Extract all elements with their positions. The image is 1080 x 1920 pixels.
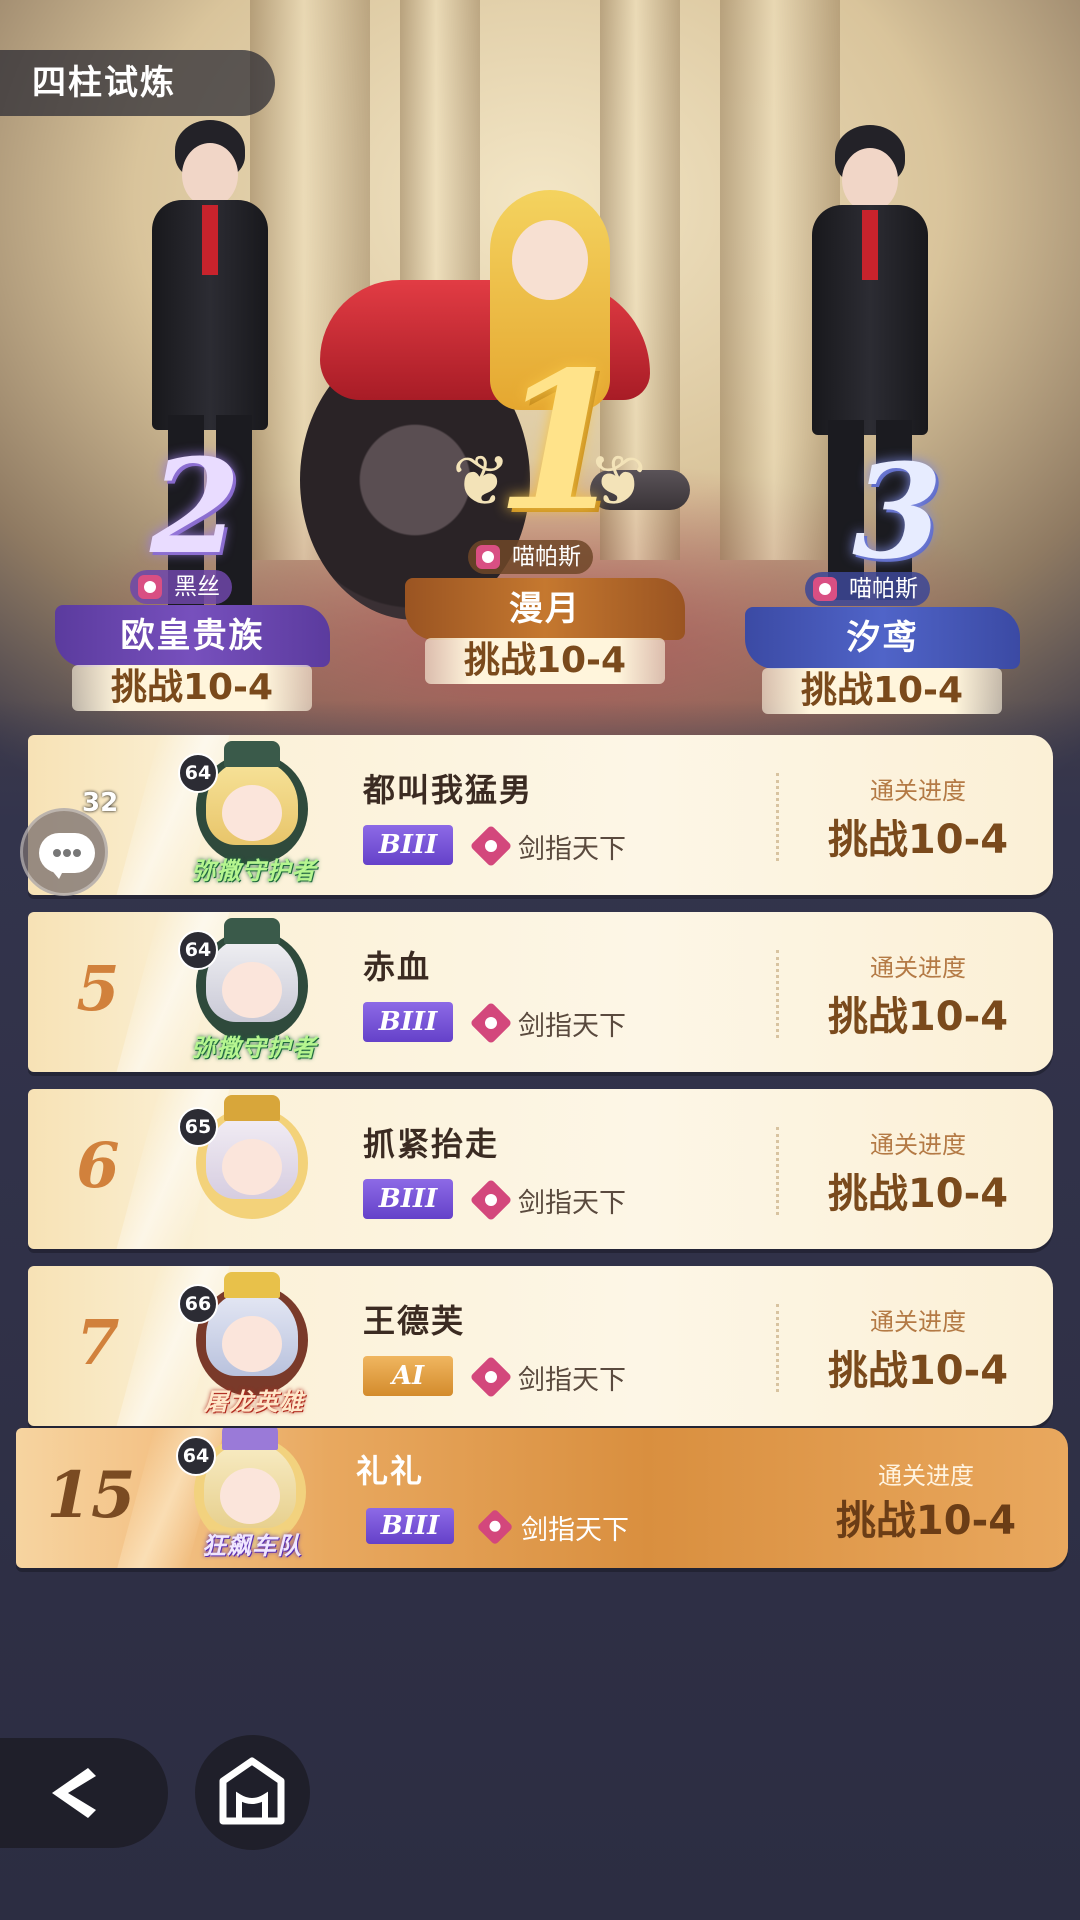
podium-rank-3: 3 bbox=[852, 435, 943, 588]
player-name: 抓紧抬走 bbox=[363, 1125, 500, 1163]
level-badge: 64 bbox=[178, 753, 218, 793]
ranking-row[interactable]: 5 64 弥撒守护者 赤血 BIII 剑指天下 通关进度 挑战10-4 bbox=[28, 912, 1053, 1072]
podium-rank-2: 2 bbox=[150, 430, 241, 583]
back-button[interactable] bbox=[0, 1738, 168, 1848]
title-banner: 屠龙英雄 bbox=[204, 1388, 304, 1416]
player-avatar[interactable]: 64 弥撒守护者 bbox=[178, 741, 326, 889]
back-arrow-icon bbox=[52, 1768, 96, 1818]
player-name: 赤血 bbox=[363, 948, 432, 986]
podium-progress: 挑战10-4 bbox=[72, 665, 312, 711]
ranking-row[interactable]: 7 66 屠龙英雄 王德芙 AI 剑指天下 通关进度 挑战10-4 bbox=[28, 1266, 1053, 1426]
grade-badge: BIII bbox=[363, 825, 453, 865]
level-badge: 65 bbox=[178, 1107, 218, 1147]
grade-badge: AI bbox=[363, 1356, 453, 1396]
home-icon bbox=[219, 1757, 285, 1825]
guild-name: 剑指天下 bbox=[518, 834, 626, 865]
guild-emblem-icon bbox=[476, 545, 500, 569]
chat-unread-count: 32 bbox=[82, 788, 119, 818]
player-avatar[interactable]: 64 狂飙车队 bbox=[176, 1428, 324, 1568]
grade-badge: BIII bbox=[363, 1002, 453, 1042]
podium-player-name[interactable]: 汐鸢 bbox=[745, 607, 1020, 669]
guild-name: 喵帕斯 bbox=[512, 544, 581, 570]
player-avatar[interactable]: 65 bbox=[178, 1095, 326, 1243]
row-rank: 7 bbox=[76, 1306, 120, 1379]
progress-label: 通关进度 bbox=[878, 1462, 974, 1490]
title-banner bbox=[184, 1209, 324, 1241]
grade-badge: BIII bbox=[366, 1508, 454, 1544]
progress-label: 通关进度 bbox=[870, 777, 966, 805]
podium-player-name[interactable]: 欧皇贵族 bbox=[55, 605, 330, 667]
player-avatar[interactable]: 66 屠龙英雄 bbox=[178, 1272, 326, 1420]
guild-emblem-icon bbox=[469, 824, 513, 868]
divider bbox=[776, 773, 780, 861]
grade-badge: BIII bbox=[363, 1179, 453, 1219]
guild-name: 剑指天下 bbox=[518, 1188, 626, 1219]
level-badge: 64 bbox=[176, 1436, 216, 1476]
progress-value: 挑战10-4 bbox=[835, 1498, 1017, 1544]
podium-rank-1: 1 bbox=[495, 330, 628, 553]
player-name: 都叫我猛男 bbox=[363, 771, 534, 809]
guild-name: 剑指天下 bbox=[518, 1011, 626, 1042]
ranking-row[interactable]: 6 65 抓紧抬走 BIII 剑指天下 通关进度 挑战10-4 bbox=[28, 1089, 1053, 1249]
guild-emblem-icon bbox=[469, 1001, 513, 1045]
player-name: 王德芙 bbox=[363, 1302, 466, 1340]
level-badge: 64 bbox=[178, 930, 218, 970]
row-rank: 5 bbox=[76, 952, 120, 1025]
page-title: 四柱试炼 bbox=[0, 50, 275, 116]
title-banner: 狂飙车队 bbox=[202, 1532, 302, 1560]
progress-value: 挑战10-4 bbox=[827, 1348, 1009, 1394]
guild-emblem-icon bbox=[813, 577, 837, 601]
guild-name: 黑丝 bbox=[174, 574, 220, 600]
player-avatar[interactable]: 64 弥撒守护者 bbox=[178, 918, 326, 1066]
progress-label: 通关进度 bbox=[870, 1131, 966, 1159]
guild-emblem-icon bbox=[476, 1508, 514, 1546]
podium-progress: 挑战10-4 bbox=[762, 668, 1002, 714]
guild-name: 喵帕斯 bbox=[849, 576, 918, 602]
player-name: 礼礼 bbox=[356, 1452, 425, 1490]
podium-progress: 挑战10-4 bbox=[425, 638, 665, 684]
guild-emblem-icon bbox=[469, 1178, 513, 1222]
divider bbox=[776, 950, 780, 1038]
divider bbox=[776, 1127, 780, 1215]
self-ranking-row[interactable]: 15 64 狂飙车队 礼礼 BIII 剑指天下 通关进度 挑战10-4 bbox=[16, 1428, 1068, 1568]
chat-button[interactable] bbox=[20, 808, 108, 896]
divider bbox=[776, 1304, 780, 1392]
podium-guild-tag: 喵帕斯 bbox=[468, 540, 593, 574]
ranking-row[interactable]: 64 弥撒守护者 都叫我猛男 BIII 剑指天下 通关进度 挑战10-4 bbox=[28, 735, 1053, 895]
guild-emblem-icon bbox=[469, 1355, 513, 1399]
guild-name: 剑指天下 bbox=[518, 1365, 626, 1396]
podium-player-name[interactable]: 漫月 bbox=[405, 578, 685, 640]
home-button[interactable] bbox=[195, 1735, 310, 1850]
progress-label: 通关进度 bbox=[870, 954, 966, 982]
progress-label: 通关进度 bbox=[870, 1308, 966, 1336]
title-banner: 弥撒守护者 bbox=[191, 857, 317, 885]
podium-guild-tag: 喵帕斯 bbox=[805, 572, 930, 606]
level-badge: 66 bbox=[178, 1284, 218, 1324]
guild-emblem-icon bbox=[138, 575, 162, 599]
podium-guild-tag: 黑丝 bbox=[130, 570, 232, 604]
progress-value: 挑战10-4 bbox=[827, 994, 1009, 1040]
row-rank: 6 bbox=[76, 1129, 120, 1202]
guild-name: 剑指天下 bbox=[521, 1515, 629, 1546]
progress-value: 挑战10-4 bbox=[827, 817, 1009, 863]
row-rank: 15 bbox=[46, 1458, 136, 1533]
title-banner: 弥撒守护者 bbox=[191, 1034, 317, 1062]
progress-value: 挑战10-4 bbox=[827, 1171, 1009, 1217]
chat-bubble-icon bbox=[39, 833, 95, 879]
